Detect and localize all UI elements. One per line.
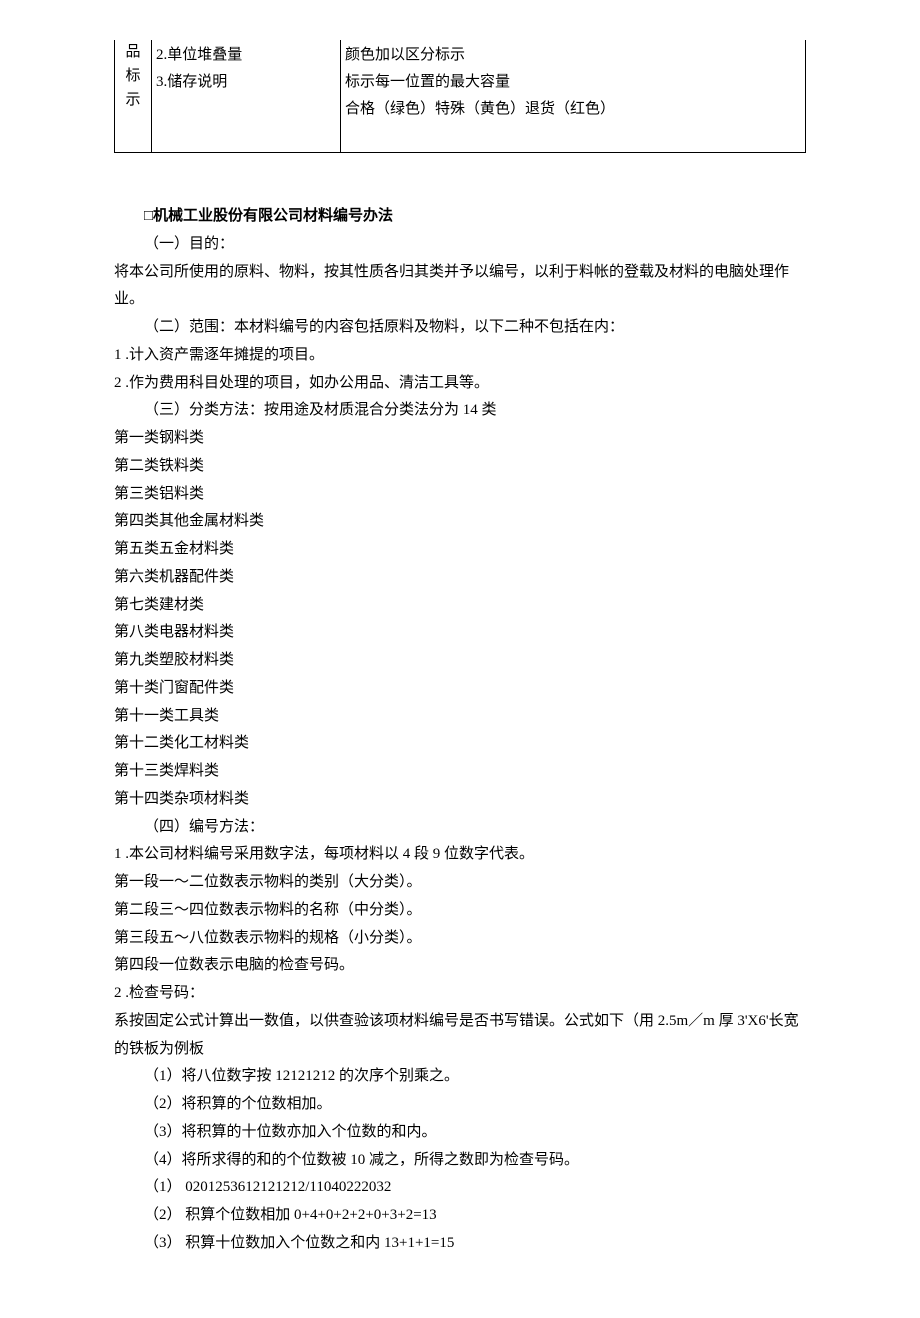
list-item: 2 .作为费用科目处理的项目，如办公用品、清洁工具等。 xyxy=(114,370,806,398)
paragraph: 将本公司所使用的原料、物料，按其性质各归其类并予以编号，以利于料帐的登载及材料的… xyxy=(114,259,806,315)
segment-line: 第三段五～八位数表示物料的规格（小分类）。 xyxy=(114,925,806,953)
document-page: 品 标 示 2.单位堆叠量 3.储存说明 颜色加以区分标示 标示每一位置的最大容… xyxy=(0,0,920,1318)
segment-line: 第四段一位数表示电脑的检查号码。 xyxy=(114,952,806,980)
paragraph: 系按固定公式计算出一数值，以供查验该项材料编号是否书写错误。公式如下（用 2.5… xyxy=(114,1008,806,1064)
list-item: 1 .本公司材料编号采用数字法，每项材料以 4 段 9 位数字代表。 xyxy=(114,841,806,869)
row-label-cell: 品 标 示 xyxy=(115,40,152,153)
cell-line: 合格（绿色）特殊（黄色）退货（红色） xyxy=(345,96,801,123)
section-heading: （一）目的： xyxy=(114,231,806,259)
category-item: 第十三类焊料类 xyxy=(114,758,806,786)
calc-line: （3） 积算十位数加入个位数之和内 13+1+1=15 xyxy=(114,1230,806,1258)
category-item: 第五类五金材料类 xyxy=(114,536,806,564)
row-label-char: 品 xyxy=(125,44,140,60)
row-label-char: 标 xyxy=(125,68,140,84)
section-heading: （三）分类方法：按用途及材质混合分类法分为 14 类 xyxy=(114,397,806,425)
calc-line: （2） 积算个位数相加 0+4+0+2+2+0+3+2=13 xyxy=(114,1202,806,1230)
step-item: （3）将积算的十位数亦加入个位数的和内。 xyxy=(114,1119,806,1147)
step-item: （2）将积算的个位数相加。 xyxy=(114,1091,806,1119)
section-heading: （二）范围：本材料编号的内容包括原料及物料，以下二种不包括在内： xyxy=(114,314,806,342)
list-item: 2 .检查号码： xyxy=(114,980,806,1008)
category-item: 第六类机器配件类 xyxy=(114,564,806,592)
row-label-char: 示 xyxy=(125,92,140,108)
category-item: 第十二类化工材料类 xyxy=(114,730,806,758)
category-item: 第一类钢料类 xyxy=(114,425,806,453)
category-item: 第八类电器材料类 xyxy=(114,619,806,647)
doc-title: □机械工业股份有限公司材料编号办法 xyxy=(114,203,806,231)
segment-line: 第二段三～四位数表示物料的名称（中分类）。 xyxy=(114,897,806,925)
step-item: （1）将八位数字按 12121212 的次序个别乘之。 xyxy=(114,1063,806,1091)
category-item: 第十一类工具类 xyxy=(114,703,806,731)
cell-line: 2.单位堆叠量 xyxy=(156,42,336,69)
table-cell: 颜色加以区分标示 标示每一位置的最大容量 合格（绿色）特殊（黄色）退货（红色） xyxy=(341,40,806,153)
segment-line: 第一段一～二位数表示物料的类别（大分类）。 xyxy=(114,869,806,897)
document-body: □机械工业股份有限公司材料编号办法 （一）目的： 将本公司所使用的原料、物料，按… xyxy=(114,203,806,1258)
cell-line: 3.储存说明 xyxy=(156,69,336,96)
step-item: （4）将所求得的和的个位数被 10 减之，所得之数即为检查号码。 xyxy=(114,1147,806,1175)
table-cell: 2.单位堆叠量 3.储存说明 xyxy=(152,40,341,153)
category-item: 第四类其他金属材料类 xyxy=(114,508,806,536)
category-item: 第十类门窗配件类 xyxy=(114,675,806,703)
category-item: 第十四类杂项材料类 xyxy=(114,786,806,814)
partial-table: 品 标 示 2.单位堆叠量 3.储存说明 颜色加以区分标示 标示每一位置的最大容… xyxy=(114,40,806,153)
calc-line: （1） 0201253612121212/11040222032 xyxy=(114,1174,806,1202)
cell-line: 颜色加以区分标示 xyxy=(345,42,801,69)
list-item: 1 .计入资产需逐年摊提的项目。 xyxy=(114,342,806,370)
category-item: 第九类塑胶材料类 xyxy=(114,647,806,675)
cell-line: 标示每一位置的最大容量 xyxy=(345,69,801,96)
category-item: 第七类建材类 xyxy=(114,592,806,620)
table-row: 品 标 示 2.单位堆叠量 3.储存说明 颜色加以区分标示 标示每一位置的最大容… xyxy=(115,40,806,153)
category-item: 第二类铁料类 xyxy=(114,453,806,481)
category-item: 第三类铝料类 xyxy=(114,481,806,509)
section-heading: （四）编号方法： xyxy=(114,814,806,842)
